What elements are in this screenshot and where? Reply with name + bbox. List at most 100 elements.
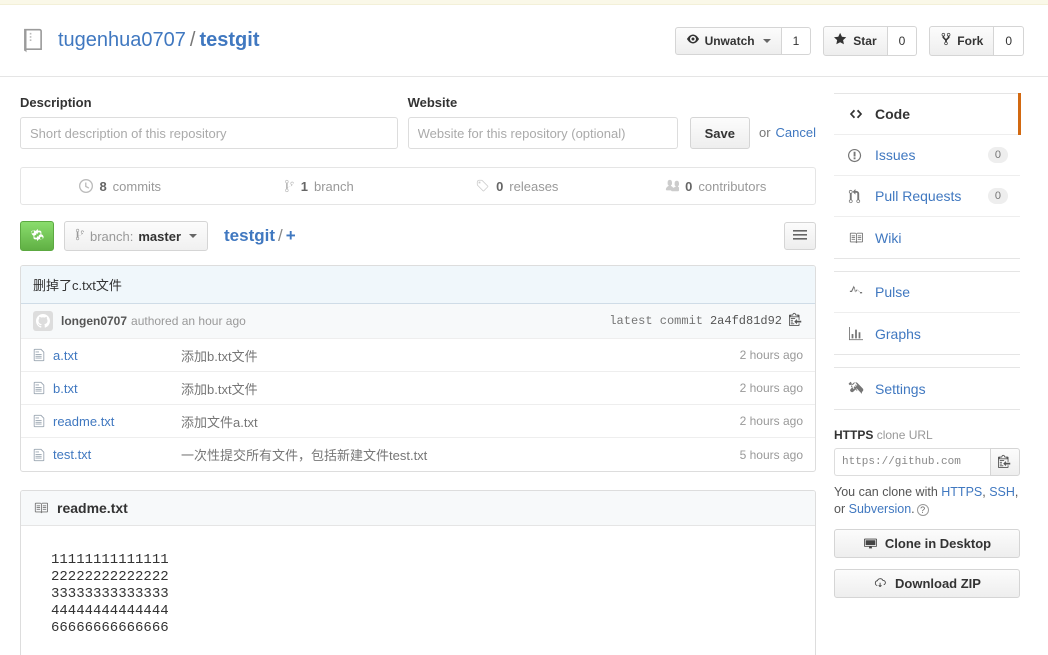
sidebar-nav-settings: Settings <box>834 367 1020 410</box>
file-name-link[interactable]: test.txt <box>53 447 181 462</box>
sidebar-item-code[interactable]: Code <box>834 94 1020 135</box>
file-name-link[interactable]: a.txt <box>53 348 181 363</box>
releases-summary[interactable]: 0 releases <box>418 168 617 204</box>
clipboard-icon <box>998 454 1012 471</box>
fork-label: Fork <box>957 33 983 49</box>
sidebar-item-pulse[interactable]: Pulse <box>834 272 1020 313</box>
file-commit-message: 添加文件a.txt <box>181 412 740 431</box>
issue-opened-icon <box>848 148 866 163</box>
download-zip-button[interactable]: Download ZIP <box>834 569 1020 598</box>
clipboard-icon[interactable] <box>789 312 803 330</box>
repository-book-icon <box>20 27 46 55</box>
sidebar-divider <box>834 355 1020 367</box>
branch-selector[interactable]: branch: master <box>64 221 208 251</box>
clone-url-input[interactable] <box>834 448 990 476</box>
sidebar-item-pull-requests[interactable]: Pull Requests 0 <box>834 176 1020 217</box>
file-icon <box>33 414 45 428</box>
clone-subversion-link[interactable]: Subversion <box>849 502 912 516</box>
star-count[interactable]: 0 <box>888 26 918 56</box>
description-field-group: Description <box>20 95 398 149</box>
sidebar-item-label: Pull Requests <box>875 188 961 204</box>
commits-count: 8 <box>99 179 106 194</box>
contributors-label: contributors <box>698 179 766 194</box>
clone-in-desktop-button[interactable]: Clone in Desktop <box>834 529 1020 558</box>
releases-count: 0 <box>496 179 503 194</box>
book-icon <box>848 231 866 245</box>
clone-help-period: . <box>911 502 914 516</box>
current-branch-name: master <box>138 229 181 244</box>
latest-commit-meta: longen0707 authored an hour ago latest c… <box>21 304 815 339</box>
unwatch-label: Unwatch <box>705 33 755 49</box>
fork-button[interactable]: Fork <box>929 26 994 56</box>
file-icon <box>33 348 45 362</box>
repo-name-link[interactable]: testgit <box>199 29 259 52</box>
star-label: Star <box>853 33 876 49</box>
breadcrumb-separator: / <box>278 226 283 245</box>
repository-title: tugenhua0707 / testgit <box>20 27 675 55</box>
header-actions: Unwatch 1 Star 0 Fork 0 <box>675 26 1024 56</box>
avatar <box>33 311 53 331</box>
branch-icon <box>75 228 85 244</box>
main-column: Description Website Save or Cancel 8 com… <box>20 77 816 655</box>
repo-owner-link[interactable]: tugenhua0707 <box>58 29 186 52</box>
clone-url-suffix: clone URL <box>877 428 933 442</box>
file-listing-box: 删掉了c.txt文件 longen0707 authored an hour a… <box>20 265 816 472</box>
sidebar-nav-secondary: Pulse Graphs <box>834 271 1020 355</box>
clone-help-text: You can clone with HTTPS, SSH, or Subver… <box>834 484 1020 518</box>
commit-author-link[interactable]: longen0707 <box>61 314 127 328</box>
sidebar-item-issues[interactable]: Issues 0 <box>834 135 1020 176</box>
readme-panel-header: readme.txt <box>21 491 815 526</box>
path-breadcrumb: testgit/+ <box>224 226 296 246</box>
compare-pull-request-button[interactable] <box>20 221 54 251</box>
file-name-link[interactable]: b.txt <box>53 381 181 396</box>
add-file-button[interactable]: + <box>286 226 296 245</box>
contributors-summary[interactable]: 0 contributors <box>617 168 816 204</box>
code-icon <box>848 107 866 121</box>
save-button[interactable]: Save <box>690 117 750 149</box>
table-row[interactable]: b.txt 添加b.txt文件 2 hours ago <box>21 372 815 405</box>
sidebar-item-graphs[interactable]: Graphs <box>834 313 1020 354</box>
star-button[interactable]: Star <box>823 26 887 56</box>
unwatch-button[interactable]: Unwatch <box>675 27 782 55</box>
file-commit-age: 2 hours ago <box>740 381 803 395</box>
sidebar-item-settings[interactable]: Settings <box>834 368 1020 409</box>
table-row[interactable]: readme.txt 添加文件a.txt 2 hours ago <box>21 405 815 438</box>
website-input[interactable] <box>408 117 678 149</box>
book-icon <box>33 501 49 515</box>
description-input[interactable] <box>20 117 398 149</box>
commit-sha[interactable]: 2a4fd81d92 <box>710 314 782 328</box>
clone-help-comma: , <box>982 485 985 499</box>
or-text: or <box>759 117 771 149</box>
list-icon <box>792 228 808 245</box>
table-row[interactable]: a.txt 添加b.txt文件 2 hours ago <box>21 339 815 372</box>
sidebar-item-wiki[interactable]: Wiki <box>834 217 1020 258</box>
table-row[interactable]: test.txt 一次性提交所有文件，包括新建文件test.txt 5 hour… <box>21 438 815 471</box>
branches-summary[interactable]: 1 branch <box>220 168 419 204</box>
history-icon <box>79 179 93 193</box>
cancel-link[interactable]: Cancel <box>776 117 816 149</box>
fork-count[interactable]: 0 <box>994 26 1024 56</box>
sidebar: Code Issues 0 Pull Requests 0 W <box>834 77 1020 655</box>
branch-icon <box>284 179 295 193</box>
help-icon[interactable]: ? <box>917 504 929 516</box>
compare-icon <box>30 228 44 245</box>
clone-url-row <box>834 448 1020 476</box>
readme-panel: readme.txt 11111111111111 22222222222222… <box>20 490 816 655</box>
copy-clone-url-button[interactable] <box>990 448 1020 476</box>
file-commit-message: 添加b.txt文件 <box>181 346 740 365</box>
releases-label: releases <box>509 179 558 194</box>
breadcrumb-repo-link[interactable]: testgit <box>224 226 275 245</box>
commit-history-toggle-button[interactable] <box>784 222 816 250</box>
clone-https-link[interactable]: HTTPS <box>941 485 982 499</box>
sidebar-nav-primary: Code Issues 0 Pull Requests 0 W <box>834 93 1020 259</box>
watch-count[interactable]: 1 <box>782 27 812 55</box>
website-label: Website <box>408 95 678 110</box>
sidebar-item-label: Wiki <box>875 230 901 246</box>
file-name-link[interactable]: readme.txt <box>53 414 181 429</box>
sidebar-item-label: Pulse <box>875 284 910 300</box>
file-commit-age: 2 hours ago <box>740 414 803 428</box>
file-commit-age: 2 hours ago <box>740 348 803 362</box>
clone-ssh-link[interactable]: SSH <box>989 485 1015 499</box>
commits-summary[interactable]: 8 commits <box>21 168 220 204</box>
organization-icon <box>665 179 679 193</box>
